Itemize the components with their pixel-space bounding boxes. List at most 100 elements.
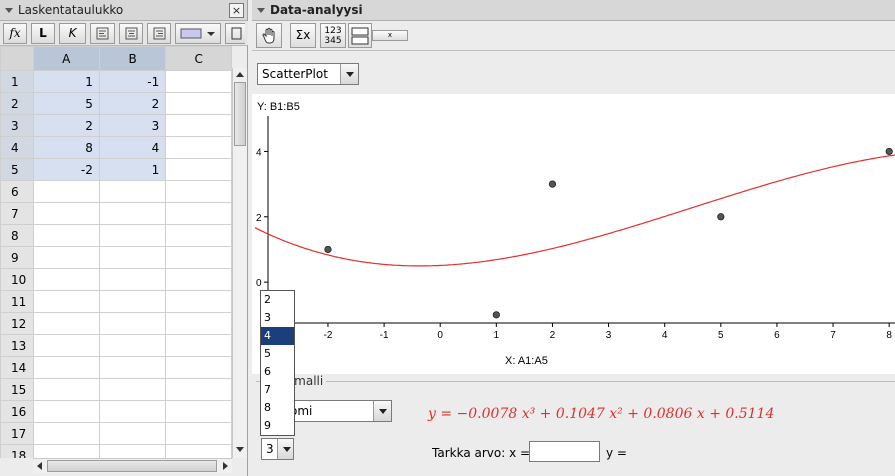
cell-b[interactable]: 1 (98, 158, 167, 181)
row-header[interactable]: 8 (0, 224, 34, 247)
row-header[interactable]: 2 (0, 92, 34, 115)
spreadsheet-grid[interactable]: A B C 1 1 -1 2 5 2 3 2 3 4 8 4 5 -2 1 6 7 8 9 10 11 12 13 14 15 1… (0, 46, 232, 458)
polynomial-degree-select[interactable]: 3 (261, 438, 294, 460)
chevron-down-icon[interactable] (373, 401, 391, 421)
row-header[interactable]: 6 (0, 180, 34, 203)
cell-c[interactable] (165, 180, 232, 203)
close-panel-button[interactable]: × (229, 3, 244, 18)
column-header-c[interactable]: C (165, 46, 232, 71)
statistics-button[interactable]: Σx (290, 23, 316, 48)
cell-a[interactable] (32, 246, 100, 269)
exact-x-input[interactable] (529, 441, 600, 462)
cell-a[interactable] (32, 290, 100, 313)
cell-c[interactable] (165, 268, 232, 291)
cell-a[interactable] (32, 202, 100, 225)
cell-c[interactable] (165, 202, 232, 225)
formula-button[interactable]: fx (3, 23, 27, 44)
cell-a[interactable] (32, 400, 100, 423)
cell-c[interactable] (165, 158, 232, 181)
cell-c[interactable] (165, 114, 232, 137)
cell-c[interactable] (165, 312, 232, 335)
border-button[interactable] (225, 23, 245, 44)
row-header[interactable]: 18 (0, 444, 34, 458)
cell-b[interactable] (98, 312, 167, 335)
table-row[interactable]: 252 (0, 92, 232, 115)
cell-b[interactable] (98, 400, 167, 423)
cell-a[interactable] (32, 334, 100, 357)
table-row[interactable]: 18 (0, 444, 232, 458)
cell-a[interactable] (32, 422, 100, 445)
table-row[interactable]: 9 (0, 246, 232, 269)
table-row[interactable]: 10 (0, 268, 232, 291)
degree-option[interactable]: 7 (261, 381, 294, 399)
column-header-a[interactable]: A (32, 46, 100, 71)
cell-c[interactable] (165, 136, 232, 159)
cell-b[interactable] (98, 334, 167, 357)
row-header[interactable]: 7 (0, 202, 34, 225)
polynomial-degree-list[interactable]: 23456789 (260, 290, 295, 436)
table-row[interactable]: 13 (0, 334, 232, 357)
row-header[interactable]: 1 (0, 70, 34, 93)
chevron-down-icon[interactable] (277, 439, 293, 459)
table-row[interactable]: 323 (0, 114, 232, 137)
cell-c[interactable] (165, 400, 232, 423)
cell-b[interactable] (98, 180, 167, 203)
row-header[interactable]: 17 (0, 422, 34, 445)
row-header[interactable]: 10 (0, 268, 34, 291)
data-analysis-title-bar[interactable]: Data-analyysi (252, 0, 895, 21)
cell-b[interactable]: 4 (98, 136, 167, 159)
table-row[interactable]: 15 (0, 378, 232, 401)
cell-c[interactable] (165, 444, 232, 458)
cell-a[interactable]: 1 (32, 70, 100, 93)
align-right-button[interactable] (147, 23, 171, 44)
scroll-up-icon[interactable] (236, 72, 244, 77)
scroll-down-icon[interactable] (236, 447, 244, 452)
italic-button[interactable]: K (59, 23, 86, 44)
table-row[interactable]: 6 (0, 180, 232, 203)
row-header[interactable]: 12 (0, 312, 34, 335)
table-row[interactable]: 8 (0, 224, 232, 247)
cell-a[interactable] (32, 268, 100, 291)
table-row[interactable]: 1 1 -1 (0, 70, 232, 93)
bold-button[interactable]: L (31, 23, 55, 44)
data-source-button[interactable]: 123 345 (320, 23, 346, 48)
row-header[interactable]: 15 (0, 378, 34, 401)
scroll-left-icon[interactable] (37, 462, 42, 470)
align-center-button[interactable] (119, 23, 143, 44)
table-row[interactable]: 7 (0, 202, 232, 225)
cell-c[interactable] (165, 290, 232, 313)
move-graphics-button[interactable] (256, 23, 282, 48)
table-row[interactable]: 5 -2 1 (0, 158, 232, 181)
degree-option[interactable]: 6 (261, 363, 294, 381)
degree-option[interactable]: 2 (261, 291, 294, 309)
scatter-plot[interactable]: Y: B1:B5X: A1:A5-3-2-1012345678024 (252, 94, 895, 374)
degree-option[interactable]: 3 (261, 309, 294, 327)
cell-b[interactable] (98, 422, 167, 445)
horizontal-scroll-thumb[interactable] (47, 460, 217, 472)
layout-toggle-button[interactable] (348, 23, 372, 48)
cell-b[interactable] (98, 268, 167, 291)
align-left-button[interactable] (90, 23, 115, 44)
collapse-triangle-icon[interactable] (5, 8, 13, 13)
cell-a[interactable] (32, 224, 100, 247)
row-header[interactable]: 11 (0, 290, 34, 313)
table-row[interactable]: 12 (0, 312, 232, 335)
row-header[interactable]: 9 (0, 246, 34, 269)
cell-c[interactable] (165, 356, 232, 379)
cell-c[interactable] (165, 334, 232, 357)
degree-option[interactable]: 9 (261, 417, 294, 435)
cell-a[interactable]: 2 (32, 114, 100, 137)
vertical-scroll-thumb[interactable] (234, 82, 246, 146)
slider-toggle-button[interactable]: x (372, 30, 408, 41)
cell-c[interactable] (165, 378, 232, 401)
cell-b[interactable] (98, 224, 167, 247)
cell-a[interactable] (32, 312, 100, 335)
cell-c[interactable] (165, 224, 232, 247)
plot-type-select[interactable]: ScatterPlot (257, 63, 359, 85)
cell-b[interactable]: 3 (98, 114, 167, 137)
degree-option[interactable]: 8 (261, 399, 294, 417)
cell-b[interactable] (98, 246, 167, 269)
table-row[interactable]: 11 (0, 290, 232, 313)
table-row[interactable]: 484 (0, 136, 232, 159)
column-header-b[interactable]: B (98, 46, 167, 71)
